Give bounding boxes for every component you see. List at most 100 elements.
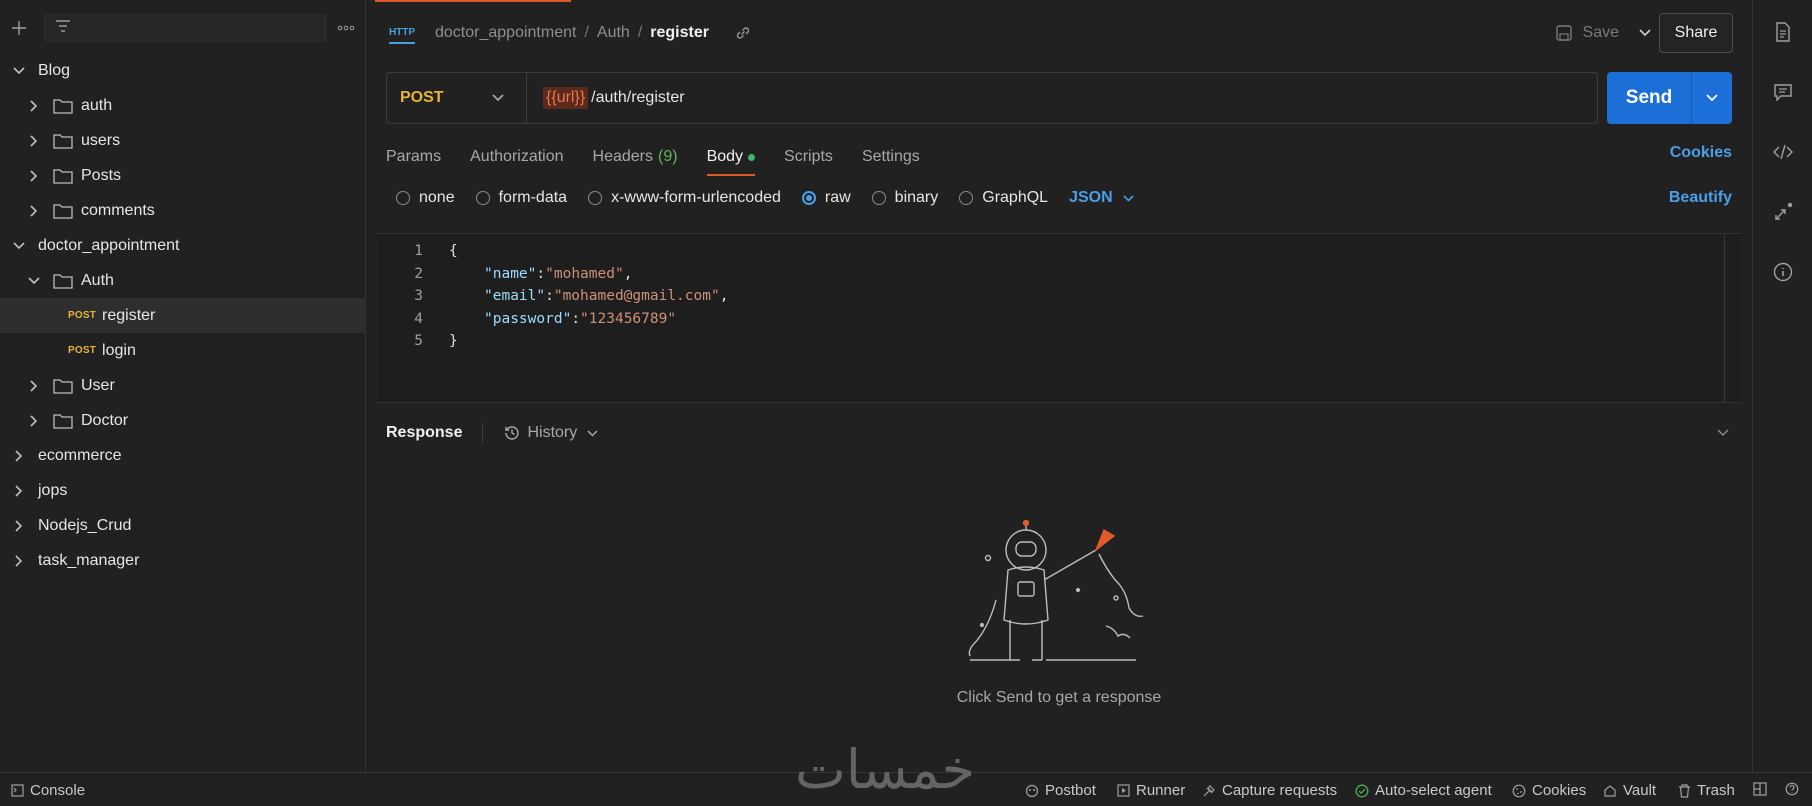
sidebar-item-blog[interactable]: Blog [0,53,366,88]
chevron-down-icon[interactable] [12,64,26,78]
radio-button[interactable] [871,191,886,205]
sidebar-item-auth[interactable]: Auth [0,263,366,298]
code-icon[interactable] [1772,141,1794,163]
chevron-down-icon[interactable] [12,239,26,253]
help-icon[interactable] [1785,782,1799,796]
body-option-form-data[interactable]: form-data [475,189,567,207]
link-icon[interactable] [735,25,751,41]
chevron-down-icon[interactable] [27,274,41,288]
sidebar-search-input[interactable] [44,14,326,42]
runner-label: Runner [1136,782,1186,799]
vault-button[interactable]: Vault [1603,782,1656,799]
app-root: Blog auth users Posts comments doctor_appoint… [0,0,1812,806]
body-option-graphql[interactable]: GraphQL [959,189,1048,207]
editor-scrollbar[interactable] [1724,234,1725,402]
body-type-options: none form-data x-www-form-urlencoded raw bin… [396,185,1134,211]
radio-button[interactable] [959,191,974,205]
tab-authorization[interactable]: Authorization [470,140,563,174]
sidebar-item-user[interactable]: User [0,368,366,403]
capture-requests-button[interactable]: Capture requests [1202,782,1337,799]
beautify-button[interactable]: Beautify [1669,189,1732,207]
postbot-label: Postbot [1045,782,1096,799]
chevron-right-icon[interactable] [27,99,41,113]
sidebar-item-ecommerce[interactable]: ecommerce [0,438,366,473]
history-button[interactable]: History [503,424,598,442]
plus-icon[interactable] [8,17,30,39]
cookies-status-button[interactable]: Cookies [1512,782,1586,799]
tab-params[interactable]: Params [386,140,441,174]
comments-icon[interactable] [1772,81,1794,103]
chevron-right-icon[interactable] [12,554,26,568]
radio-button[interactable] [396,191,410,205]
chevron-right-icon[interactable] [27,169,41,183]
chevron-right-icon[interactable] [12,449,26,463]
chevron-right-icon[interactable] [27,414,41,428]
filter-icon[interactable] [55,19,71,37]
body-option-none[interactable]: none [396,189,455,207]
sidebar-item-comments[interactable]: comments [0,193,366,228]
send-button[interactable]: Send [1607,72,1691,124]
tab-label: Params [386,148,442,165]
console-button[interactable]: Console [10,782,85,799]
body-option-x-www-form-urlencoded[interactable]: x-www-form-urlencoded [588,189,781,207]
documentation-icon[interactable] [1772,21,1794,43]
body-format-select[interactable]: JSON [1069,189,1134,207]
json-punct: , [719,288,729,304]
sidebar-item-doctor_appointment[interactable]: doctor_appointment [0,228,366,263]
save-icon[interactable] [1555,24,1573,42]
url-input[interactable]: {{url}} /auth/register [527,87,685,109]
save-dropdown-chevron-icon[interactable] [1639,29,1651,37]
body-option-raw[interactable]: raw [801,189,851,207]
cookies-link[interactable]: Cookies [1670,144,1732,162]
send-group: Send [1607,72,1732,124]
tab-headers[interactable]: Headers (9) [593,140,678,174]
radio-button[interactable] [475,191,490,205]
method-select[interactable]: POST [387,73,527,123]
collapse-response-chevron-icon[interactable] [1717,424,1729,441]
sidebar-item-posts[interactable]: Posts [0,158,366,193]
sidebar-item-jops[interactable]: jops [0,473,366,508]
sidebar-item-auth[interactable]: auth [0,88,366,123]
runner-button[interactable]: Runner [1116,782,1185,799]
sidebar-item-doctor[interactable]: Doctor [0,403,366,438]
response-title[interactable]: Response [386,424,462,442]
breadcrumb-request[interactable]: register [650,24,709,42]
sidebar: Blog auth users Posts comments doctor_appoint… [0,0,366,772]
chevron-right-icon[interactable] [27,204,41,218]
share-button[interactable]: Share [1659,13,1733,53]
body-option-binary[interactable]: binary [871,189,939,207]
postbot-button[interactable]: Postbot [1025,782,1096,799]
chevron-right-icon[interactable] [27,379,41,393]
body-editor[interactable]: 1 {2 "name":"mohamed", 3 "email":"mohamed@gm… [377,233,1741,403]
radio-button[interactable] [588,191,603,205]
radio-button[interactable] [801,191,816,205]
breadcrumb-folder[interactable]: Auth [597,24,630,42]
history-icon [503,424,521,442]
save-button[interactable]: Save [1583,24,1619,42]
sidebar-request-register[interactable]: POST register [0,298,366,333]
chevron-right-icon[interactable] [12,519,26,533]
tab-settings[interactable]: Settings [862,140,920,174]
chevron-right-icon[interactable] [12,484,26,498]
related-requests-icon[interactable] [1772,201,1794,223]
send-dropdown-chevron-icon[interactable] [1691,72,1732,124]
info-icon[interactable] [1772,261,1794,283]
chevron-right-icon[interactable] [27,134,41,148]
url-bar: POST {{url}} /auth/register [386,72,1598,124]
layout-toggle-icon[interactable] [1753,782,1767,796]
save-group: Save [1555,14,1651,52]
tab-body[interactable]: Body [706,140,756,176]
auto-select-agent-button[interactable]: Auto-select agent [1355,782,1492,799]
sidebar-request-login[interactable]: POST login [0,333,366,368]
folder-icon [53,168,73,184]
breadcrumb-collection[interactable]: doctor_appointment [435,24,576,42]
vault-icon [1603,784,1617,798]
sidebar-item-nodejs_crud[interactable]: Nodejs_Crud [0,508,366,543]
tab-scripts[interactable]: Scripts [784,140,833,174]
sidebar-item-label: Posts [81,166,122,184]
trash-button[interactable]: Trash [1677,782,1735,799]
sidebar-item-users[interactable]: users [0,123,366,158]
body-option-label: binary [894,189,939,206]
more-options-icon[interactable] [335,17,357,39]
sidebar-item-task_manager[interactable]: task_manager [0,543,366,578]
